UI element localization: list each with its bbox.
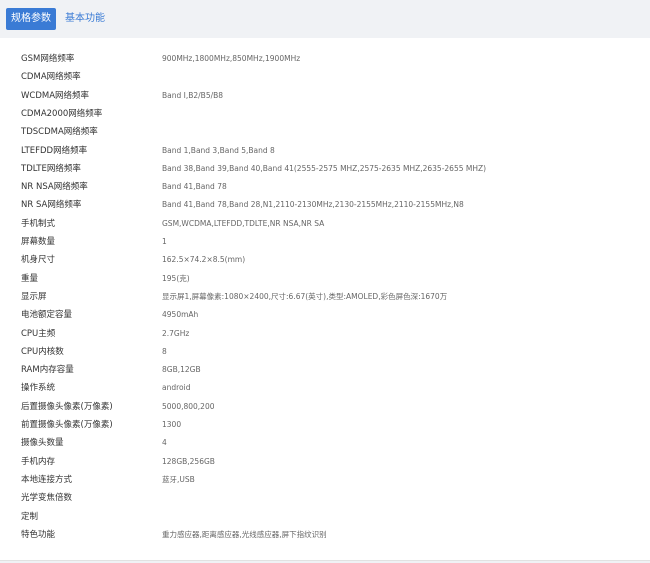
spec-label: CDMA2000网络频率: [21, 108, 103, 119]
spec-row: TDSCDMA网络频率: [0, 123, 650, 141]
spec-value: 195(克): [162, 273, 190, 283]
spec-value: android: [162, 383, 191, 393]
spec-row: 本地连接方式 蓝牙,USB: [0, 471, 650, 489]
spec-row: CPU内核数 8: [0, 343, 650, 361]
spec-value: Band 1,Band 3,Band 5,Band 8: [162, 145, 275, 155]
spec-label: 后置摄像头像素(万像素): [21, 401, 113, 412]
spec-label: 手机内存: [21, 456, 56, 467]
spec-label: WCDMA网络频率: [21, 90, 90, 101]
spec-label: 特色功能: [21, 529, 56, 540]
spec-value: 4950mAh: [162, 310, 199, 320]
spec-label: CPU主频: [21, 328, 56, 339]
spec-row: 机身尺寸 162.5×74.2×8.5(mm): [0, 251, 650, 269]
spec-row: WCDMA网络频率 Band Ⅰ,B2/B5/B8: [0, 87, 650, 105]
spec-row: CDMA2000网络频率: [0, 105, 650, 123]
spec-row: NR NSA网络频率 Band 41,Band 78: [0, 178, 650, 196]
spec-label: LTEFDD网络频率: [21, 145, 88, 156]
spec-label: 重量: [21, 273, 39, 284]
spec-row: LTEFDD网络频率 Band 1,Band 3,Band 5,Band 8: [0, 142, 650, 160]
spec-label: 电池额定容量: [21, 310, 73, 321]
spec-row: RAM内存容量 8GB,12GB: [0, 361, 650, 379]
spec-value: 4: [162, 438, 167, 448]
spec-label: 前置摄像头像素(万像素): [21, 420, 113, 430]
spec-label: GSM网络频率: [21, 54, 75, 64]
spec-row: 显示屏 显示屏1,屏幕像素:1080×2400,尺寸:6.67(英寸),类型:AM…: [0, 288, 650, 306]
spec-value: 2.7GHz: [162, 328, 190, 338]
spec-row: 屏幕数量 1: [0, 233, 650, 251]
spec-label: 显示屏: [21, 291, 47, 302]
spec-label: 屏幕数量: [21, 237, 56, 247]
spec-value: Band 41,Band 78,Band 28,N1,2110-2130MHz,…: [162, 200, 464, 210]
spec-row: 特色功能 重力感应器,距离感应器,光线感应器,屏下指纹识别: [0, 526, 650, 544]
spec-row: 操作系统 android: [0, 379, 650, 397]
spec-label: 摄像头数量: [21, 438, 64, 449]
spec-value: 162.5×74.2×8.5(mm): [162, 255, 246, 265]
spec-row: CPU主频 2.7GHz: [0, 325, 650, 343]
spec-value: 重力感应器,距离感应器,光线感应器,屏下指纹识别: [162, 529, 327, 539]
spec-row: 摄像头数量 4: [0, 434, 650, 452]
spec-label: TDLTE网络频率: [21, 163, 81, 174]
spec-row: 手机制式 GSM,WCDMA,LTEFDD,TDLTE,NR NSA,NR SA: [0, 215, 650, 233]
spec-label: TDSCDMA网络频率: [21, 127, 98, 138]
spec-label: CPU内核数: [21, 346, 64, 357]
spec-row: 重量 195(克): [0, 270, 650, 288]
tab-bar: 规格参数 基本功能: [0, 0, 650, 38]
spec-label: 定制: [21, 511, 39, 522]
tab-basic-functions[interactable]: 基本功能: [65, 8, 105, 30]
spec-value: GSM,WCDMA,LTEFDD,TDLTE,NR NSA,NR SA: [162, 218, 325, 228]
spec-value: Band Ⅰ,B2/B5/B8: [162, 90, 224, 100]
tab-specs[interactable]: 规格参数: [6, 8, 56, 30]
spec-row: GSM网络频率 900MHz,1800MHz,850MHz,1900MHz: [0, 50, 650, 68]
spec-row: 光学变焦倍数: [0, 489, 650, 507]
spec-value: Band 41,Band 78: [162, 182, 227, 192]
spec-value: 8: [162, 346, 167, 356]
spec-label: 机身尺寸: [21, 255, 56, 266]
spec-label: 手机制式: [21, 218, 56, 229]
spec-row: 手机内存 128GB,256GB: [0, 453, 650, 471]
spec-row: NR SA网络频率 Band 41,Band 78,Band 28,N1,2110…: [0, 196, 650, 214]
spec-label: CDMA网络频率: [21, 72, 81, 83]
spec-label: NR NSA网络频率: [21, 182, 88, 193]
spec-label: 操作系统: [21, 383, 56, 394]
spec-label: 本地连接方式: [21, 474, 73, 485]
spec-value: Band 38,Band 39,Band 40,Band 41(2555-257…: [162, 163, 487, 173]
spec-label: RAM内存容量: [21, 365, 74, 376]
spec-value: 1: [162, 237, 167, 246]
spec-row: 后置摄像头像素(万像素) 5000,800,200: [0, 398, 650, 416]
spec-value: 1300: [162, 420, 182, 429]
spec-table: GSM网络频率 900MHz,1800MHz,850MHz,1900MHz CDMA…: [0, 38, 650, 561]
spec-value: 900MHz,1800MHz,850MHz,1900MHz: [162, 54, 301, 63]
spec-label: NR SA网络频率: [21, 200, 82, 211]
spec-row: 前置摄像头像素(万像素) 1300: [0, 416, 650, 434]
spec-value: 显示屏1,屏幕像素:1080×2400,尺寸:6.67(英寸),类型:AMOLE…: [162, 291, 448, 301]
spec-label: 光学变焦倍数: [21, 493, 73, 504]
spec-row: 定制: [0, 508, 650, 526]
spec-value: 5000,800,200: [162, 401, 215, 411]
spec-value: 8GB,12GB: [162, 365, 201, 375]
spec-value: 蓝牙,USB: [162, 474, 195, 484]
spec-row: 电池额定容量 4950mAh: [0, 306, 650, 324]
spec-row: CDMA网络频率: [0, 68, 650, 86]
spec-value: 128GB,256GB: [162, 456, 215, 466]
spec-row: TDLTE网络频率 Band 38,Band 39,Band 40,Band 41…: [0, 160, 650, 178]
